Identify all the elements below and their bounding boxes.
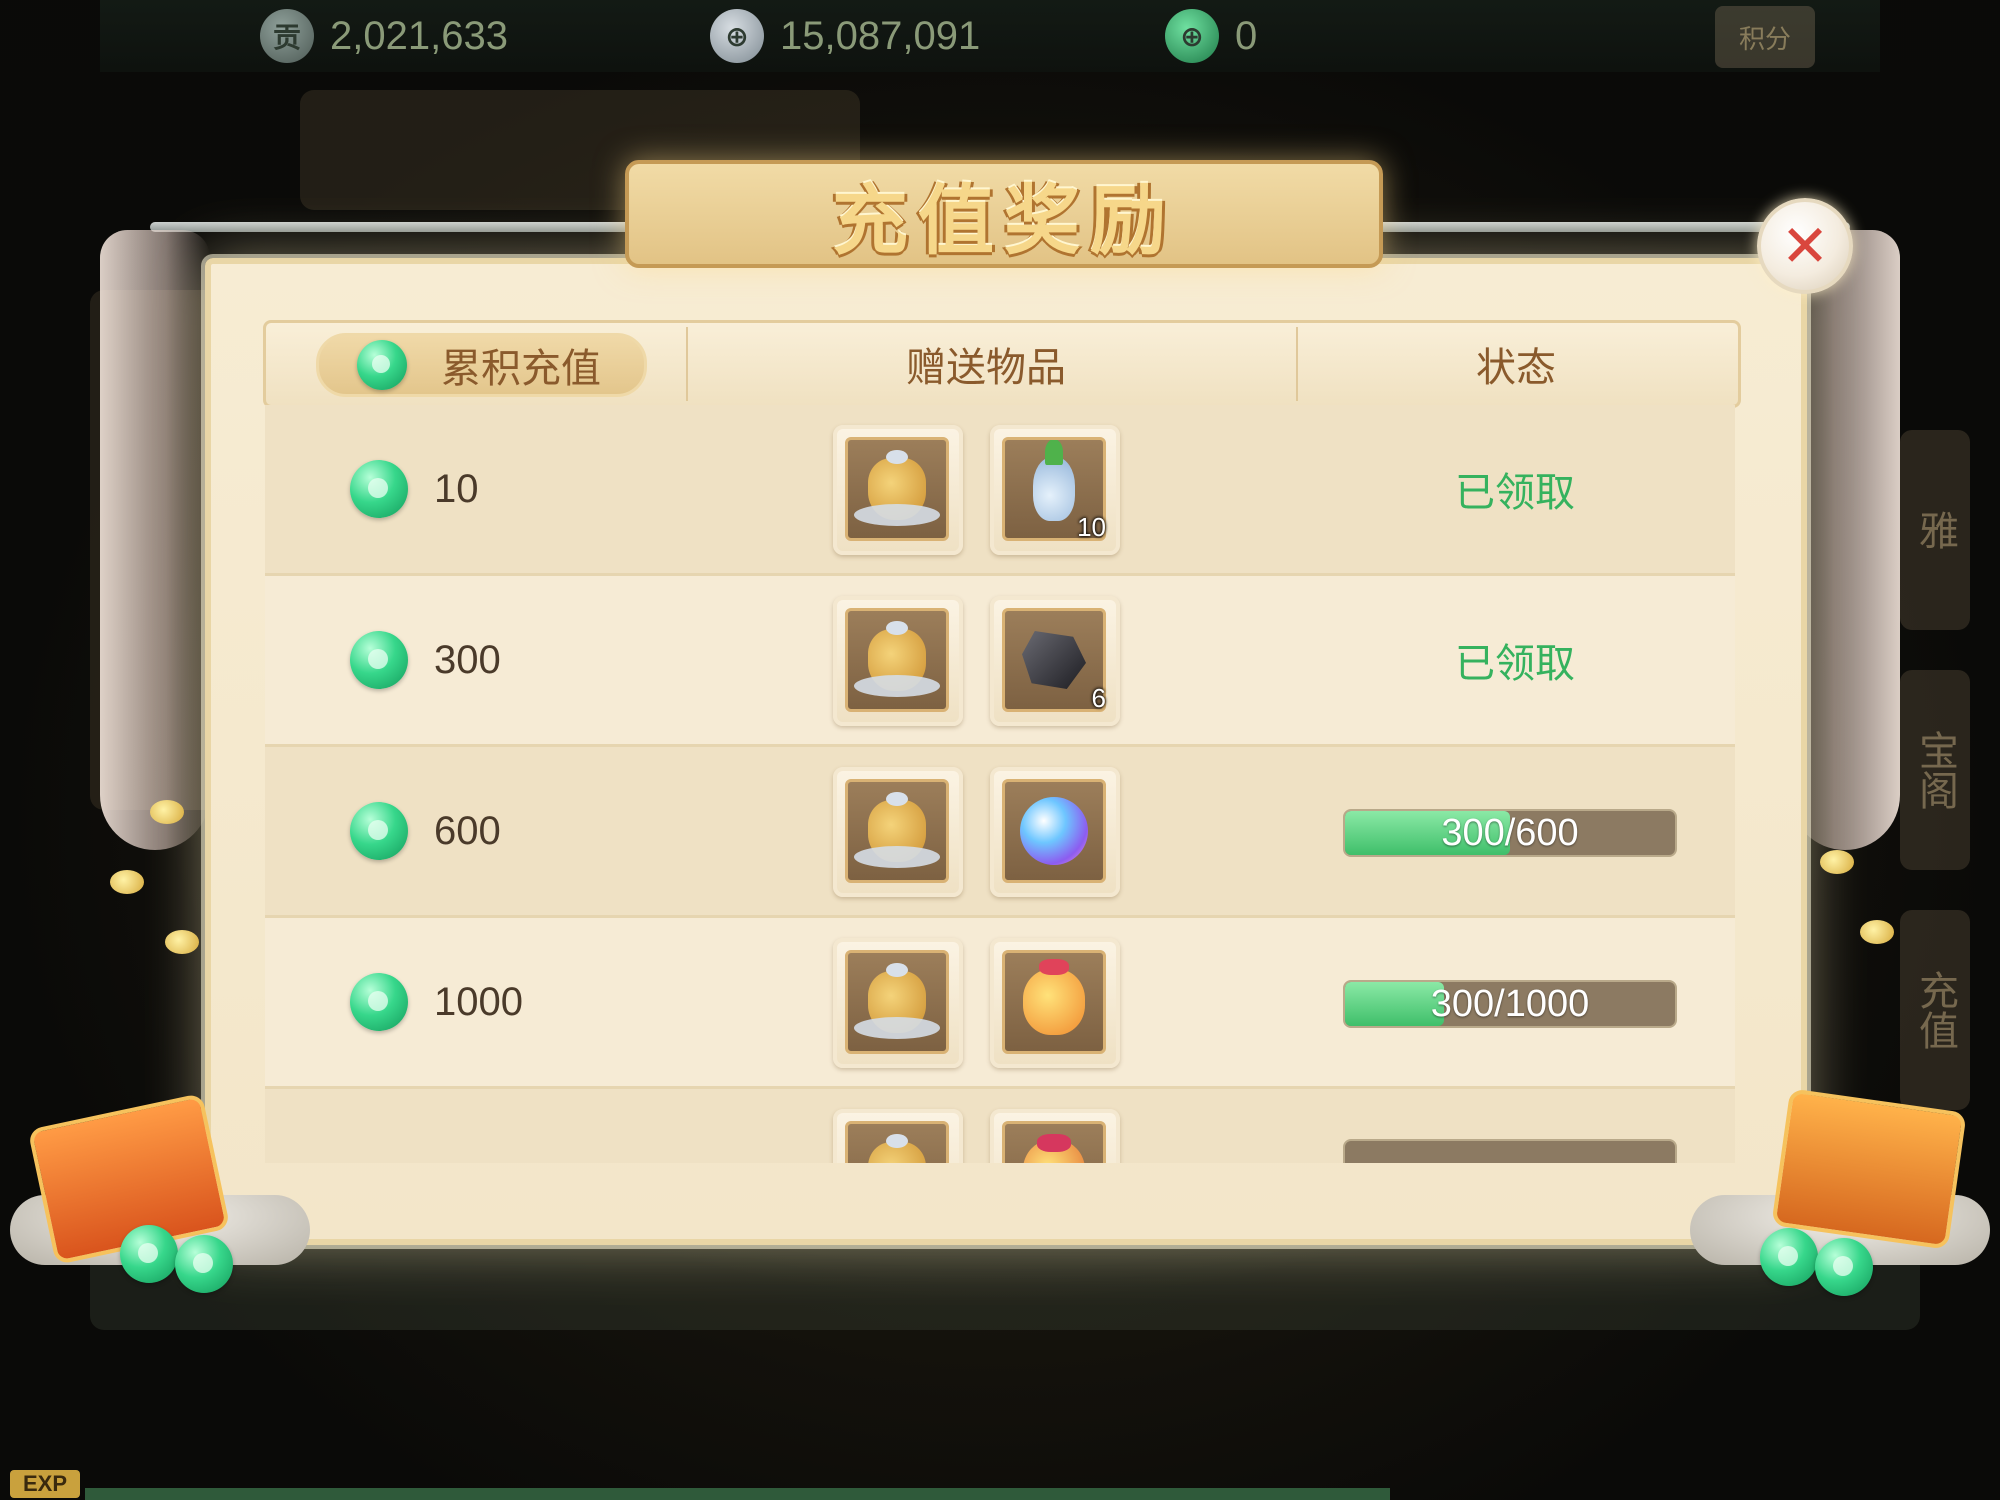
reward-item-slot[interactable]: [833, 596, 963, 726]
herb-vase-icon: [1033, 440, 1075, 521]
silver-treasure-bag-icon: [854, 621, 940, 697]
side-tab-1[interactable]: 雅: [1900, 430, 1970, 630]
silver-treasure-bag-icon: [854, 963, 940, 1039]
coin-decoration: [165, 930, 199, 954]
row-amount: [350, 1089, 408, 1163]
left-drape: [100, 230, 210, 850]
item-count: 6: [1091, 683, 1106, 713]
progress-bar: [1343, 1139, 1677, 1163]
coin-decoration: [150, 800, 184, 824]
table-header: 累积充值 赠送物品 状态: [263, 320, 1741, 408]
jade-decoration: [175, 1235, 233, 1293]
progress-bar: 300/600: [1343, 809, 1677, 857]
hud-jade[interactable]: ⊕ 0: [1165, 8, 1257, 64]
cumulative-header-label: 累积充值: [441, 346, 601, 392]
reward-item-slot[interactable]: [990, 1109, 1120, 1163]
jade-icon[interactable]: ⊕: [1165, 9, 1219, 63]
row-amount-value: 10: [434, 466, 479, 511]
item-count: 10: [1077, 512, 1106, 542]
reward-item-slot[interactable]: [833, 767, 963, 897]
reward-item-slot[interactable]: [833, 938, 963, 1068]
jade-icon: [357, 340, 407, 390]
jade-icon: [350, 973, 408, 1031]
hud-silver[interactable]: ⊕ 15,087,091: [710, 8, 980, 64]
treasure-chest-decoration: [1771, 1088, 1967, 1250]
progress-text: 300/1000: [1430, 982, 1590, 1025]
coin-decoration: [1820, 850, 1854, 874]
exp-bar: [85, 1488, 1390, 1500]
exp-label: EXP: [10, 1470, 80, 1498]
reward-item-slot[interactable]: 6: [990, 596, 1120, 726]
score-button[interactable]: 积分: [1715, 6, 1815, 68]
title-plaque: 充值奖励: [625, 160, 1383, 268]
hud-contribution: 贡 2,021,633: [260, 8, 508, 64]
status-header: 状态: [1296, 323, 1736, 405]
reward-item-slot[interactable]: [990, 938, 1120, 1068]
close-button[interactable]: ✕: [1757, 198, 1853, 294]
dialog-title: 充值奖励: [832, 176, 1176, 265]
red-lucky-bag-icon: [1023, 1134, 1085, 1163]
reward-row: 600 300/600: [265, 747, 1735, 918]
hud-silver-value: 15,087,091: [780, 13, 981, 58]
cumulative-header-pill: 累积充值: [316, 333, 647, 397]
jade-icon: [350, 631, 408, 689]
status-header-label: 状态: [1476, 345, 1556, 391]
jade-decoration: [120, 1225, 178, 1283]
reward-item-slot[interactable]: [833, 1109, 963, 1163]
reward-row: 10 10 已领取: [265, 405, 1735, 576]
coin-decoration: [110, 870, 144, 894]
reward-item-slot[interactable]: [990, 767, 1120, 897]
side-tab-2[interactable]: 宝阁: [1900, 670, 1970, 870]
crystal-orb-icon: [1020, 797, 1088, 865]
row-amount: 600: [350, 747, 501, 915]
hud-jade-value: 0: [1235, 13, 1258, 58]
row-amount: 10: [350, 405, 479, 573]
top-hud: 贡 2,021,633 ⊕ 15,087,091 ⊕ 0 积分: [100, 0, 1880, 72]
reward-item-slot[interactable]: 10: [990, 425, 1120, 555]
close-icon: ✕: [1780, 212, 1830, 280]
row-amount-value: 1000: [434, 979, 523, 1024]
jade-icon: [350, 802, 408, 860]
lucky-bag-icon: [1023, 959, 1085, 1035]
gifts-header-label: 赠送物品: [906, 345, 1066, 391]
status-claimed: 已领取: [1455, 470, 1575, 516]
coin-decoration: [1860, 920, 1894, 944]
row-amount-value: 300: [434, 637, 501, 682]
row-amount: 1000: [350, 918, 523, 1086]
status-claimed: 已领取: [1455, 641, 1575, 687]
silver-treasure-bag-icon: [854, 792, 940, 868]
reward-row: 300 6 已领取: [265, 576, 1735, 747]
progress-text: 300/600: [1441, 811, 1579, 854]
reward-list[interactable]: 10 10 已领取 300 6 已领取 600 300/600 1000 300…: [265, 405, 1735, 1163]
silver-treasure-bag-icon: [854, 450, 940, 526]
jade-icon: [350, 460, 408, 518]
silver-ingot-icon[interactable]: ⊕: [710, 9, 764, 63]
jade-decoration: [1815, 1238, 1873, 1296]
reward-row-partial: [265, 1089, 1735, 1163]
progress-bar: 300/1000: [1343, 980, 1677, 1028]
jade-decoration: [1760, 1228, 1818, 1286]
row-amount: 300: [350, 576, 501, 744]
side-tab-recharge[interactable]: 充值: [1900, 910, 1970, 1110]
hud-contribution-value: 2,021,633: [330, 13, 508, 58]
row-amount-value: 600: [434, 808, 501, 853]
reward-item-slot[interactable]: [833, 425, 963, 555]
contribution-coin-icon: 贡: [260, 9, 314, 63]
reward-row: 1000 300/1000: [265, 918, 1735, 1089]
gifts-header: 赠送物品: [686, 323, 1286, 405]
dark-ore-icon: [1022, 631, 1086, 689]
silver-treasure-bag-icon: [868, 1134, 926, 1163]
